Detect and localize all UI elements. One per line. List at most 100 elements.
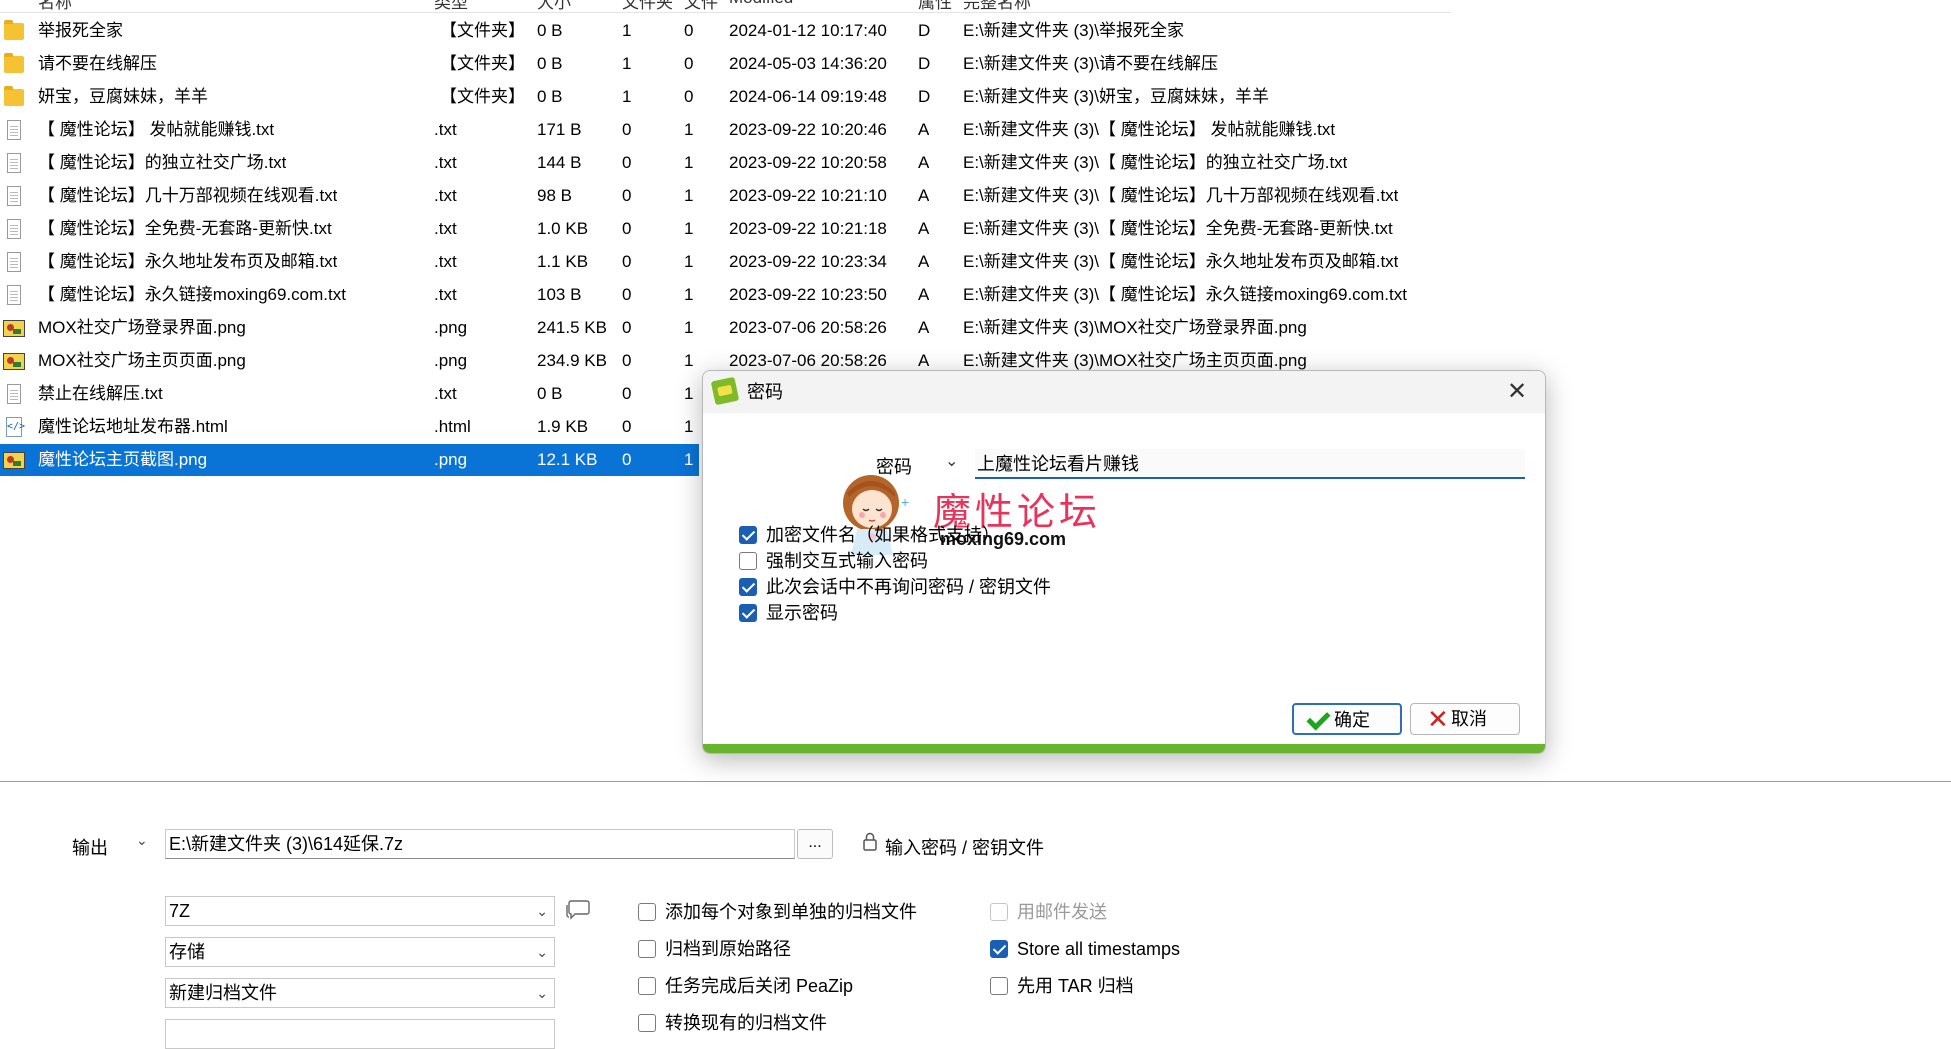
compression-level-select[interactable]: 存储 ⌄: [165, 937, 555, 967]
force-interactive-option[interactable]: 强制交互式输入密码: [739, 549, 928, 573]
image-file-icon: [3, 353, 25, 370]
file-attr-cell: A: [918, 219, 930, 238]
column-header-files[interactable]: 文件: [684, 0, 718, 13]
text-file-icon: [7, 153, 21, 173]
store-timestamps-checkbox[interactable]: [990, 940, 1008, 958]
tar-first-checkbox[interactable]: [990, 977, 1008, 995]
column-header-attributes[interactable]: 属性: [918, 0, 952, 13]
text-file-icon: [7, 120, 21, 140]
column-header-folders[interactable]: 文件夹: [622, 0, 673, 13]
text-file-icon: [7, 384, 21, 404]
svg-text:+: +: [901, 494, 909, 510]
file-name-cell: 【 魔性论坛】永久链接moxing69.com.txt: [38, 285, 346, 304]
output-path-input[interactable]: E:\新建文件夹 (3)\614延保.7z: [165, 829, 795, 859]
file-modified-cell: 2023-09-22 10:20:58: [729, 153, 887, 172]
file-row[interactable]: 【 魔性论坛】 发帖就能赚钱.txt .txt 171 B 0 1 2023-09-22 …: [0, 114, 1451, 146]
file-modified-cell: 2024-05-03 14:36:20: [729, 54, 887, 73]
file-row[interactable]: 妍宝，豆腐妹妹，羊羊 【文件夹】 0 B 1 0 2024-06-14 09:19:48 D…: [0, 81, 1451, 113]
file-type-cell: .png: [434, 318, 468, 337]
file-modified-cell: 2023-07-06 20:58:26: [729, 318, 887, 337]
format-select[interactable]: 7Z ⌄: [165, 896, 555, 926]
file-path-cell: E:\新建文件夹 (3)\请不要在线解压: [963, 54, 1219, 73]
dialog-title-bar[interactable]: 密码 ✕: [703, 371, 1545, 413]
panel-divider: [0, 781, 1951, 782]
chevron-down-icon: ⌄: [536, 944, 548, 960]
folder-icon: [4, 53, 24, 73]
send-by-email-label: 用邮件发送: [1017, 902, 1107, 922]
chevron-down-icon[interactable]: ⌄: [136, 832, 148, 849]
file-name-cell: MOX社交广场登录界面.png: [38, 318, 246, 337]
comment-icon[interactable]: [565, 898, 591, 927]
close-peazip-checkbox[interactable]: [638, 977, 656, 995]
image-file-icon: [3, 452, 25, 469]
tar-first-option[interactable]: 先用 TAR 归档: [990, 974, 1134, 998]
close-peazip-label: 任务完成后关闭 PeaZip: [665, 976, 854, 996]
file-name-cell: 【 魔性论坛】 发帖就能赚钱.txt: [38, 120, 275, 139]
file-row[interactable]: 【 魔性论坛】几十万部视频在线观看.txt .txt 98 B 0 1 2023-09-2…: [0, 180, 1451, 212]
encrypt-filenames-option[interactable]: 加密文件名（如果格式支持）: [739, 523, 1000, 547]
file-row[interactable]: 【 魔性论坛】全免费-无套路-更新快.txt .txt 1.0 KB 0 1 2023-0…: [0, 213, 1451, 245]
file-files-cell: 1: [684, 252, 694, 271]
html-file-icon: </>: [6, 417, 25, 437]
file-files-cell: 1: [684, 219, 694, 238]
cancel-label: 取消: [1451, 709, 1487, 729]
file-path-cell: E:\新建文件夹 (3)\【 魔性论坛】永久链接moxing69.com.txt: [963, 285, 1407, 304]
file-type-cell: .html: [434, 417, 471, 436]
force-interactive-checkbox[interactable]: [739, 552, 757, 570]
dont-ask-again-label: 此次会话中不再询问密码 / 密钥文件: [766, 577, 1052, 597]
dont-ask-again-option[interactable]: 此次会话中不再询问密码 / 密钥文件: [739, 575, 1051, 599]
encrypt-filenames-checkbox[interactable]: [739, 526, 757, 544]
file-attr-cell: A: [918, 120, 930, 139]
archive-to-original-path-label: 归档到原始路径: [665, 939, 791, 959]
store-timestamps-option[interactable]: Store all timestamps: [990, 937, 1180, 961]
file-row[interactable]: MOX社交广场登录界面.png .png 241.5 KB 0 1 2023-07-06 …: [0, 312, 1451, 344]
file-files-cell: 1: [684, 120, 694, 139]
ok-button[interactable]: 确定: [1292, 703, 1402, 735]
cancel-button[interactable]: ✕ 取消: [1410, 703, 1520, 735]
show-password-option[interactable]: 显示密码: [739, 601, 838, 625]
browse-button[interactable]: ...: [797, 829, 833, 859]
archive-to-original-path-checkbox[interactable]: [638, 940, 656, 958]
send-by-email-option: 用邮件发送: [990, 900, 1107, 924]
file-name-cell: 禁止在线解压.txt: [38, 384, 163, 403]
file-files-cell: 1: [684, 318, 694, 337]
column-header-type[interactable]: 类型: [434, 0, 468, 13]
file-folders-cell: 0: [622, 384, 632, 403]
file-modified-cell: 2023-09-22 10:20:46: [729, 120, 887, 139]
file-modified-cell: 2023-09-22 10:21:10: [729, 186, 887, 205]
file-row[interactable]: 请不要在线解压 【文件夹】 0 B 1 0 2024-05-03 14:36:20 D E:\…: [0, 48, 1451, 80]
convert-existing-label: 转换现有的归档文件: [665, 1013, 827, 1033]
file-row[interactable]: 【 魔性论坛】永久地址发布页及邮箱.txt .txt 1.1 KB 0 1 2023-09…: [0, 246, 1451, 278]
dont-ask-again-checkbox[interactable]: [739, 578, 757, 596]
file-row[interactable]: 魔性论坛主页截图.png .png 12.1 KB 0 1: [0, 444, 699, 476]
convert-existing-option[interactable]: 转换现有的归档文件: [638, 1011, 827, 1035]
enter-password-link[interactable]: 输入密码 / 密钥文件: [885, 834, 1044, 860]
show-password-checkbox[interactable]: [739, 604, 757, 622]
file-row[interactable]: 【 魔性论坛】永久链接moxing69.com.txt .txt 103 B 0 1 20…: [0, 279, 1451, 311]
separate-archives-option[interactable]: 添加每个对象到单独的归档文件: [638, 900, 917, 924]
file-folders-cell: 0: [622, 351, 632, 370]
separate-archives-checkbox[interactable]: [638, 903, 656, 921]
lock-icon: [862, 832, 878, 857]
convert-existing-checkbox[interactable]: [638, 1014, 656, 1032]
file-row[interactable]: 【 魔性论坛】的独立社交广场.txt .txt 144 B 0 1 2023-09-22 …: [0, 147, 1451, 179]
file-files-cell: 1: [684, 186, 694, 205]
folder-icon: [4, 20, 24, 40]
store-timestamps-label: Store all timestamps: [1017, 939, 1181, 959]
column-header-size[interactable]: 大小: [537, 0, 571, 13]
file-path-cell: E:\新建文件夹 (3)\妍宝，豆腐妹妹，羊羊: [963, 87, 1270, 106]
close-peazip-option[interactable]: 任务完成后关闭 PeaZip: [638, 974, 853, 998]
file-row[interactable]: 举报死全家 【文件夹】 0 B 1 0 2024-01-12 10:17:40 D E:\新建…: [0, 15, 1451, 47]
file-modified-cell: 2023-09-22 10:23:34: [729, 252, 887, 271]
file-size-cell: 234.9 KB: [537, 351, 607, 370]
column-header-name[interactable]: 名称: [38, 0, 72, 13]
archive-mode-select[interactable]: 新建归档文件 ⌄: [165, 978, 555, 1008]
extra-select[interactable]: [165, 1019, 555, 1049]
chevron-down-icon: ⌄: [536, 985, 548, 1001]
close-button[interactable]: ✕: [1497, 375, 1537, 409]
column-header-modified[interactable]: Modified: [729, 0, 793, 8]
archive-to-original-path-option[interactable]: 归档到原始路径: [638, 937, 791, 961]
file-name-cell: 请不要在线解压: [38, 54, 157, 73]
file-files-cell: 0: [684, 87, 694, 106]
column-header-original-name[interactable]: 完整名称: [963, 0, 1031, 13]
